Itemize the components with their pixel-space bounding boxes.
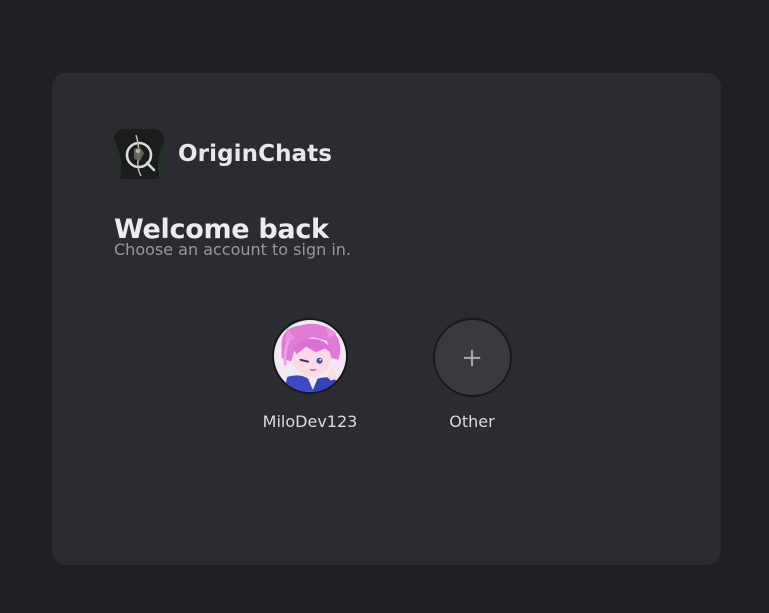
origin-chats-logo-icon — [114, 129, 164, 179]
brand-header: OriginChats — [114, 129, 332, 179]
other-account-label: Other — [449, 412, 495, 431]
page-subtitle: Choose an account to sign in. — [114, 240, 351, 259]
anime-avatar-icon — [272, 318, 348, 394]
account-milodev123[interactable]: MiloDev123 — [250, 318, 370, 432]
add-account-circle[interactable]: + — [432, 318, 512, 397]
add-other-account-button[interactable]: + Other — [412, 318, 532, 432]
login-card: OriginChats Welcome back Choose an accou… — [52, 73, 721, 565]
plus-icon: + — [461, 342, 483, 373]
app-name: OriginChats — [178, 141, 333, 167]
account-username: MiloDev123 — [262, 412, 358, 431]
